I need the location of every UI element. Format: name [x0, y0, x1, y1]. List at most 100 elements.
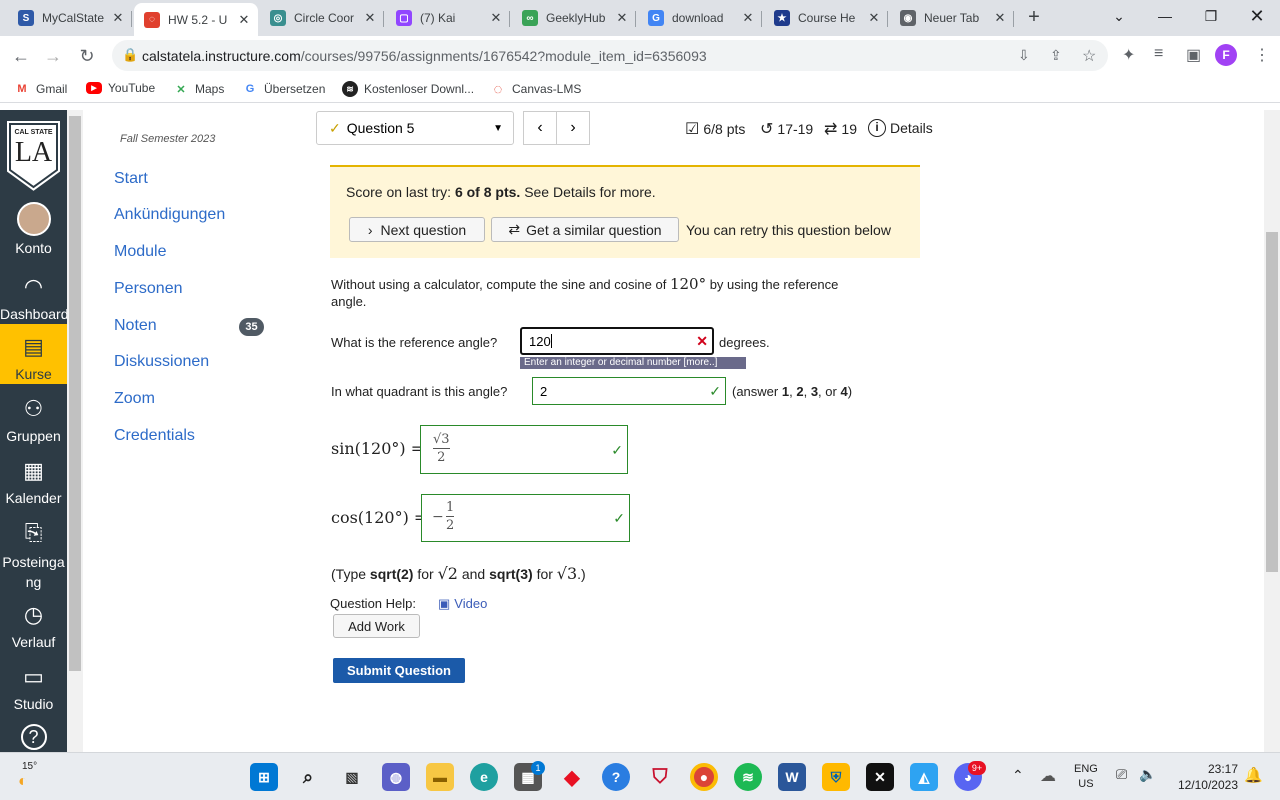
forward-icon[interactable]: →	[38, 41, 68, 71]
add-work-button[interactable]: Add Work	[333, 614, 420, 638]
nav-verlauf[interactable]: ◷ Verlauf	[0, 600, 67, 650]
course-nav-zoom[interactable]: Zoom	[114, 390, 155, 408]
tab-close-icon[interactable]: ✕	[740, 10, 756, 26]
cal-state-la-logo[interactable]: CAL STATE LA	[2, 114, 65, 194]
browser-tab[interactable]: S MyCalState ✕	[8, 4, 132, 32]
reference-angle-input[interactable]: 120 ✕	[520, 327, 714, 355]
capcut-icon[interactable]: ✕	[866, 763, 894, 791]
tab-close-icon[interactable]: ✕	[362, 10, 378, 26]
close-window-icon[interactable]: ✕	[1234, 0, 1280, 32]
word-icon[interactable]: W	[778, 763, 806, 791]
new-tab-button[interactable]: +	[1022, 6, 1046, 30]
similar-question-button[interactable]: ⇄ Get a similar question	[491, 217, 679, 242]
share-icon[interactable]: ⇪	[1050, 47, 1062, 64]
restore-icon[interactable]: ❐	[1188, 0, 1234, 32]
tab-close-icon[interactable]: ✕	[866, 10, 882, 26]
bookmark-canvas[interactable]: ◌ Canvas-LMS	[490, 81, 582, 98]
quadrant-input[interactable]: 2 ✓	[532, 377, 726, 405]
tab-close-icon[interactable]: ✕	[992, 10, 1008, 26]
scroll-thumb[interactable]	[1266, 232, 1278, 572]
weather-widget[interactable]: 15° ◐	[10, 759, 50, 795]
cos-answer-box[interactable]: − 1 2 ✓	[421, 494, 630, 542]
edge-icon[interactable]: e	[470, 763, 498, 791]
tips-icon[interactable]: ?	[602, 763, 630, 791]
tab-close-icon[interactable]: ✕	[110, 10, 126, 26]
extensions-icon[interactable]: ✦	[1122, 45, 1135, 65]
tab-close-icon[interactable]: ✕	[488, 10, 504, 26]
bookmark-translate[interactable]: G Übersetzen	[242, 81, 326, 97]
menu-icon[interactable]: ⋮	[1254, 45, 1270, 65]
bookmark-youtube[interactable]: ▶ YouTube	[86, 81, 155, 95]
language-indicator[interactable]: ENG US	[1074, 762, 1098, 792]
bookmark-gmail[interactable]: M Gmail	[14, 81, 67, 97]
nav-kalender[interactable]: ▦ Kalender	[0, 456, 67, 506]
nav-gruppen[interactable]: ⚇ Gruppen	[0, 394, 67, 444]
browser-tab[interactable]: ◌ HW 5.2 - U ✕	[134, 3, 258, 36]
previous-question-button[interactable]: ‹	[523, 111, 557, 145]
nav-kurse[interactable]: ▤ Kurse	[0, 324, 67, 384]
browser-tab[interactable]: ▢ (7) Kai ✕	[386, 4, 510, 32]
network-icon[interactable]: ⎚	[1116, 766, 1127, 783]
scroll-thumb[interactable]	[69, 116, 81, 671]
browser-tab[interactable]: ◉ Neuer Tab ✕	[890, 4, 1014, 32]
bookmark-star-icon[interactable]: ☆	[1082, 46, 1096, 66]
bookmark-maps[interactable]: ✕ Maps	[173, 81, 224, 97]
browser-tab[interactable]: ∞ GeeklyHub ✕	[512, 4, 636, 32]
mcafee-icon[interactable]: ⛉	[646, 763, 674, 791]
browser-tab[interactable]: ★ Course He ✕	[764, 4, 888, 32]
search-icon[interactable]: ⌕	[294, 763, 322, 791]
nav-dashboard[interactable]: ◠ Dashboard	[0, 272, 69, 322]
next-question-button[interactable]: › Next question	[349, 217, 485, 242]
course-nav-start[interactable]: Start	[114, 170, 148, 188]
spotify-icon[interactable]: ≋	[734, 763, 762, 791]
onedrive-icon[interactable]: ☁	[1040, 766, 1056, 786]
course-nav-credentials[interactable]: Credentials	[114, 427, 195, 445]
course-nav-grades[interactable]: Noten	[114, 317, 157, 335]
security-shield-icon[interactable]: ⛨	[822, 763, 850, 791]
clock[interactable]: 23:17 12/10/2023	[1168, 761, 1238, 793]
sin-answer-box[interactable]: √3 2 ✓	[420, 425, 628, 474]
course-nav-discussions[interactable]: Diskussionen	[114, 353, 209, 371]
red-app-icon[interactable]: ◆	[558, 763, 586, 791]
nav-help[interactable]: ?	[0, 724, 67, 754]
browser-tab[interactable]: ◎ Circle Coor ✕	[260, 4, 384, 32]
browser-tab[interactable]: Gdownload ✕	[638, 4, 762, 32]
nav-konto[interactable]: Konto	[0, 202, 67, 256]
question-selector[interactable]: ✓ Question 5 ▼	[316, 111, 514, 145]
nav-studio[interactable]: ▭ Studio	[0, 662, 67, 712]
notification-bell-icon[interactable]: 🔔	[1244, 766, 1263, 784]
tab-close-icon[interactable]: ✕	[614, 10, 630, 26]
side-panel-icon[interactable]: ▣	[1186, 45, 1201, 65]
tab-title: Circle Coor	[294, 11, 355, 25]
course-nav-modules[interactable]: Module	[114, 243, 166, 261]
reload-icon[interactable]: ↻	[72, 41, 102, 71]
paint-icon[interactable]: ◭	[910, 763, 938, 791]
left-scrollbar[interactable]	[67, 110, 83, 752]
minimize-icon[interactable]: —	[1142, 0, 1188, 32]
score-text: Score on last try: 6 of 8 pts. See Detai…	[346, 184, 656, 200]
file-explorer-icon[interactable]: ▬	[426, 763, 454, 791]
tab-close-icon[interactable]: ✕	[236, 12, 252, 28]
tab-search-icon[interactable]: ⌄	[1096, 0, 1142, 32]
back-icon[interactable]: ←	[6, 41, 36, 71]
address-bar[interactable]: 🔒 calstatela.instructure.com/courses/997…	[112, 40, 1108, 71]
next-question-arrow-button[interactable]: ›	[556, 111, 590, 145]
nav-label: Gruppen	[6, 428, 61, 444]
volume-icon[interactable]: 🔈	[1139, 766, 1156, 783]
tray-chevron-icon[interactable]: ⌃	[1012, 767, 1024, 784]
media-icon[interactable]: ≡	[1154, 45, 1163, 63]
details-link[interactable]: i Details	[868, 119, 933, 137]
teams-chat-icon[interactable]: ◍	[382, 763, 410, 791]
course-nav-people[interactable]: Personen	[114, 280, 183, 298]
nav-posteingang[interactable]: ⎘ Posteinga ng	[0, 518, 67, 592]
install-icon[interactable]: ⇩	[1018, 47, 1030, 64]
course-nav-announcements[interactable]: Ankündigungen	[114, 206, 225, 224]
start-icon[interactable]: ⊞	[250, 763, 278, 791]
profile-avatar[interactable]: F	[1215, 44, 1237, 66]
bookmark-download[interactable]: ≋ Kostenloser Downl...	[342, 81, 474, 97]
task-view-icon[interactable]: ▧	[338, 763, 366, 791]
page-scrollbar[interactable]	[1264, 110, 1280, 752]
chrome-icon[interactable]: ●	[690, 763, 718, 791]
video-help-link[interactable]: ▣ Video	[438, 596, 487, 612]
submit-question-button[interactable]: Submit Question	[333, 658, 465, 683]
